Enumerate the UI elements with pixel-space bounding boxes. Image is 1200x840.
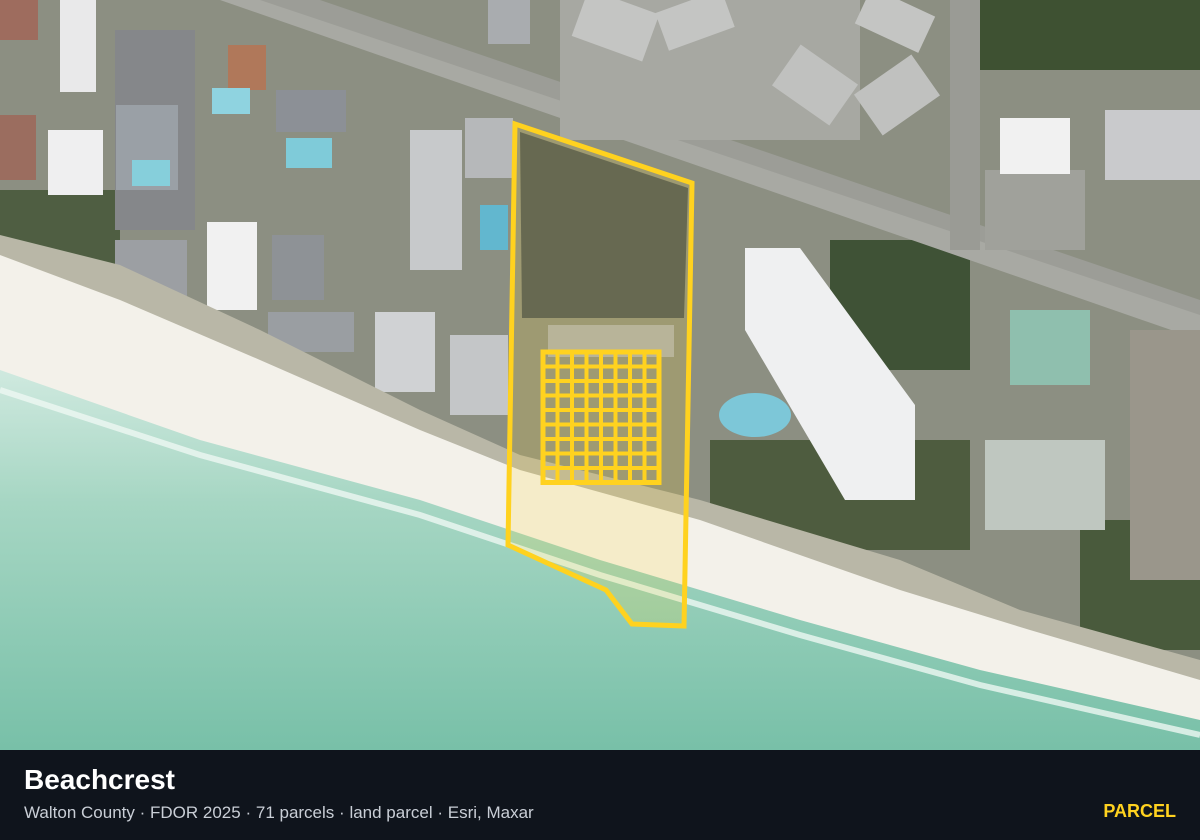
side-road — [950, 0, 980, 250]
building — [375, 312, 435, 392]
pool — [212, 88, 250, 114]
building — [272, 235, 324, 300]
building — [276, 90, 346, 132]
building — [48, 130, 103, 195]
separator: · — [437, 803, 444, 822]
separator: · — [139, 803, 146, 822]
feature-type-label: land parcel — [349, 803, 433, 822]
separator: · — [245, 803, 252, 822]
pool — [480, 205, 508, 250]
building — [985, 440, 1105, 530]
building — [1105, 110, 1200, 180]
feature-badge: PARCEL — [1103, 801, 1176, 821]
vegetation — [980, 0, 1200, 70]
separator: · — [339, 803, 345, 822]
parcel-count-label: 71 parcels — [255, 803, 335, 822]
building — [228, 45, 266, 90]
building — [1010, 310, 1090, 385]
place-metadata: Walton County · FDOR 2025 · 71 parcels ·… — [24, 803, 534, 823]
building — [207, 222, 257, 310]
parking-lot — [985, 170, 1085, 250]
aerial-imagery — [0, 0, 1200, 750]
source-label: FDOR 2025 — [150, 803, 241, 822]
building — [1000, 118, 1070, 174]
building — [410, 130, 462, 270]
building — [0, 0, 38, 40]
building — [465, 118, 513, 178]
building — [450, 335, 508, 415]
imagery-credit: Esri, Maxar — [447, 803, 534, 822]
pool — [286, 138, 332, 168]
county-label: Walton County — [24, 803, 135, 822]
map-view[interactable] — [0, 0, 1200, 750]
info-footer: Beachcrest Walton County · FDOR 2025 · 7… — [0, 750, 1200, 840]
pool — [132, 160, 170, 186]
building — [1130, 330, 1200, 580]
building — [488, 0, 530, 44]
place-title: Beachcrest — [24, 764, 175, 795]
pool — [719, 393, 791, 437]
building — [60, 0, 96, 92]
building — [0, 115, 36, 180]
